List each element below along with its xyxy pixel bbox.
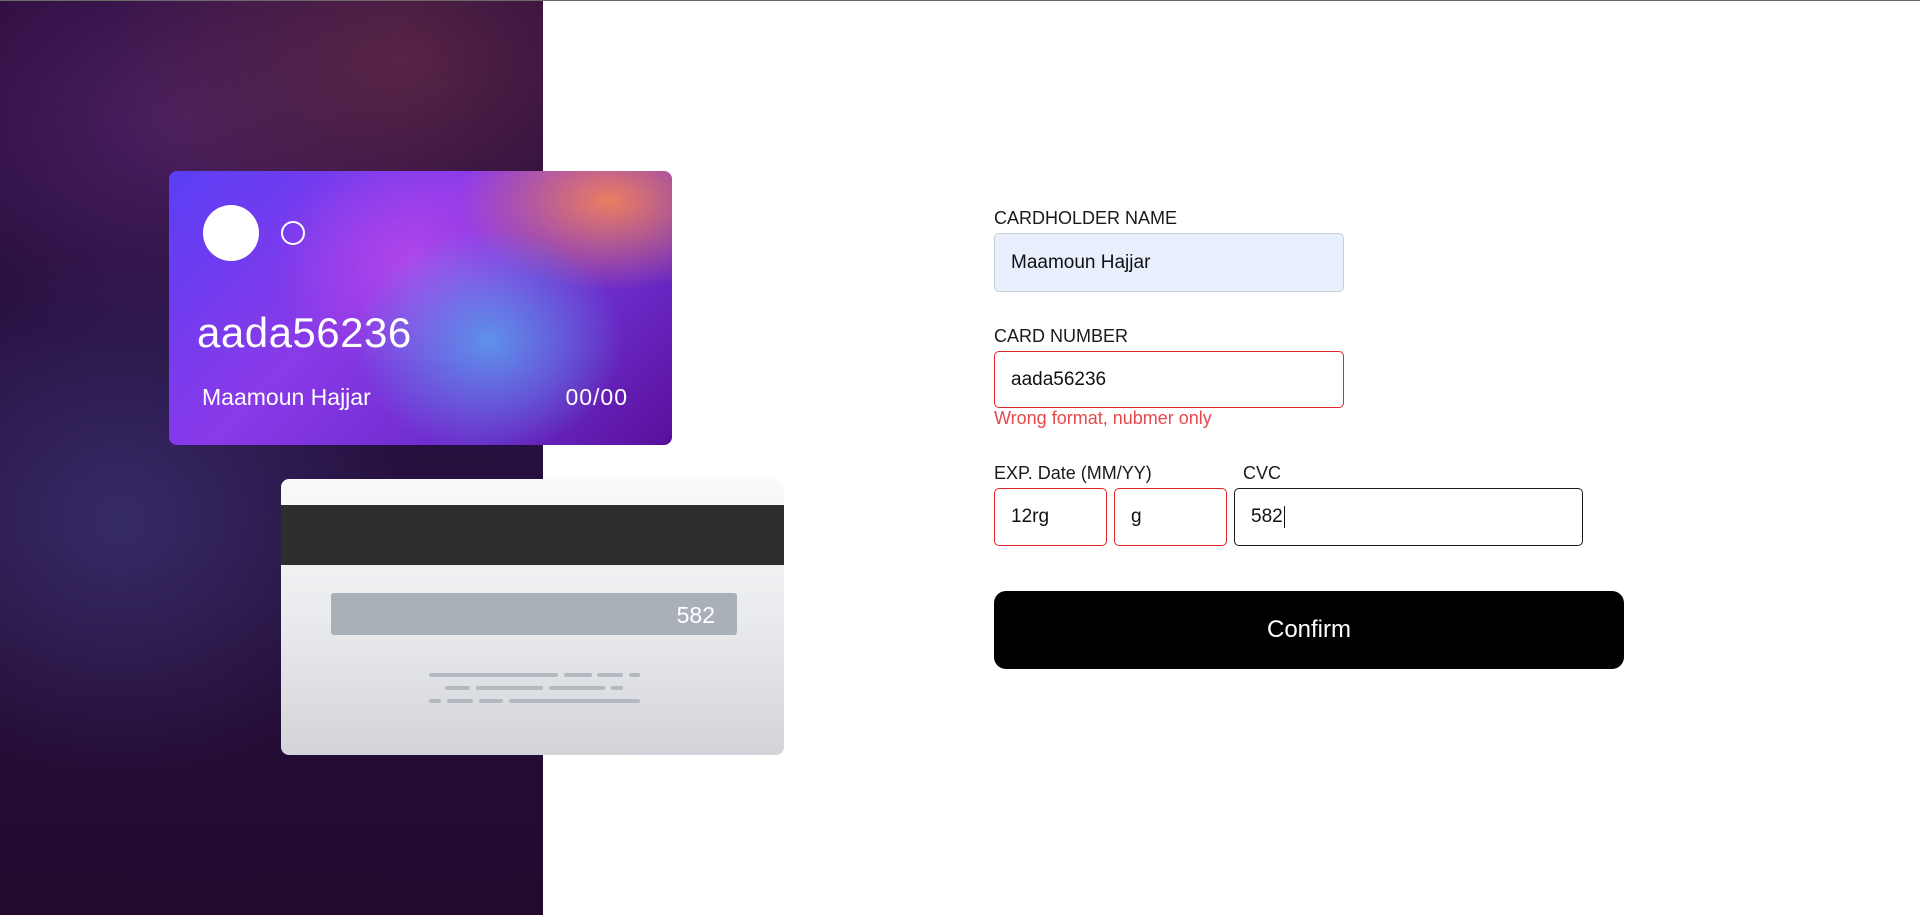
card-logo-filled-circle-icon xyxy=(203,205,259,261)
card-back-fine-print-lines xyxy=(429,673,640,703)
cardholder-name-label: CARDHOLDER NAME xyxy=(994,208,1178,228)
decorative-background-panel xyxy=(0,1,543,915)
confirm-button[interactable]: Confirm xyxy=(994,591,1624,669)
cardholder-name-input[interactable]: Maamoun Hajjar xyxy=(994,233,1344,292)
card-exp-date-preview: 00/00 xyxy=(565,384,628,410)
card-number-input[interactable]: aada56236 xyxy=(994,351,1344,408)
page: aada56236 Maamoun Hajjar 00/00 582 CARDH… xyxy=(0,0,1920,915)
card-number-input-value: aada56236 xyxy=(1011,368,1107,390)
cardholder-name-input-value: Maamoun Hajjar xyxy=(1011,251,1151,273)
cardholder-name-preview: Maamoun Hajjar xyxy=(202,384,371,410)
exp-year-input-value: g xyxy=(1131,506,1142,527)
cvc-label: CVC xyxy=(1243,463,1282,483)
exp-year-input[interactable]: g xyxy=(1114,488,1227,546)
card-number-label: CARD NUMBER xyxy=(994,326,1129,346)
card-number-error-message: Wrong format, nubmer only xyxy=(994,408,1212,428)
exp-date-label: EXP. Date (MM/YY) xyxy=(994,463,1152,483)
card-number-preview: aada56236 xyxy=(197,309,412,356)
cvc-input-value: 582 xyxy=(1251,506,1283,527)
text-caret xyxy=(1283,506,1285,528)
card-back-preview: 582 xyxy=(281,479,784,755)
exp-month-input[interactable]: 12rg xyxy=(994,488,1107,546)
card-front-preview: aada56236 Maamoun Hajjar 00/00 xyxy=(169,171,672,445)
card-logo-outline-circle-icon xyxy=(281,221,305,245)
exp-month-input-value: 12rg xyxy=(1011,506,1050,527)
cvc-input[interactable]: 582 xyxy=(1234,488,1583,546)
